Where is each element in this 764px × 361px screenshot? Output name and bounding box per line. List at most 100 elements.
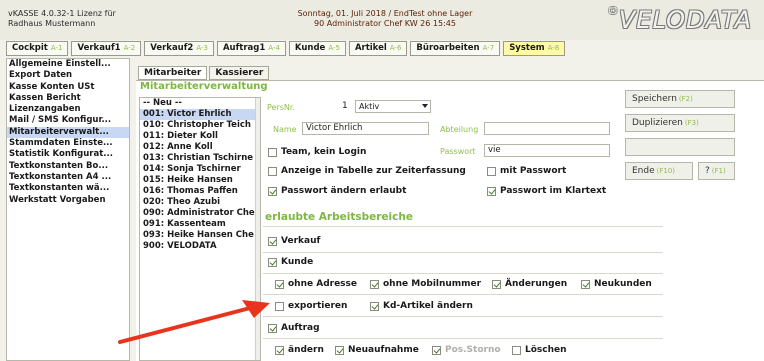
list-item[interactable]: 091: Kassenteam <box>140 219 260 230</box>
license-owner: Radhaus Mustermann <box>8 19 96 28</box>
list-item[interactable]: 010: Christopher Teich <box>140 120 260 131</box>
list-item[interactable]: 001: Victor Ehrlich <box>140 109 260 120</box>
checkbox-box <box>492 279 501 289</box>
checkbox-box <box>370 279 379 289</box>
exportieren-checkbox[interactable]: exportieren <box>275 300 347 312</box>
status-select[interactable]: Aktiv <box>355 100 431 113</box>
menu-item-textkonstanten-bon[interactable]: Textkonstanten Bo... <box>7 161 129 172</box>
list-item[interactable]: -- Neu -- <box>140 98 260 109</box>
team-checkbox[interactable]: Team, kein Login <box>268 146 366 158</box>
auftrag-label: Auftrag <box>281 323 320 333</box>
checkbox-box <box>512 345 521 355</box>
menu-item-export-daten[interactable]: Export Daten <box>7 70 129 81</box>
menu-item-statistik[interactable]: Statistik Konfigurat... <box>7 149 129 160</box>
tab-auftrag1[interactable]: Auftrag1 A-4 <box>216 41 286 56</box>
neuaufnahme-label: Neuaufnahme <box>348 345 419 355</box>
pos-storno-checkbox: Pos.Storno <box>432 344 501 356</box>
list-item[interactable]: 015: Heike Hansen <box>140 175 260 186</box>
kd-artikel-checkbox[interactable]: Kd-Artikel ändern <box>370 300 473 312</box>
divider <box>263 294 663 295</box>
kd-artikel-label: Kd-Artikel ändern <box>383 301 473 311</box>
passwort-aendern-checkbox[interactable]: Passwort ändern erlaubt <box>268 185 406 197</box>
abteilung-label: Abteilung <box>440 125 479 134</box>
menu-item-lizenzangaben[interactable]: Lizenzangaben <box>7 104 129 115</box>
tab-kunde[interactable]: Kunde A-5 <box>288 41 346 56</box>
list-item[interactable]: 013: Christian Tschirne <box>140 153 260 164</box>
passwort-klartext-checkbox[interactable]: Passwort im Klartext <box>487 185 606 197</box>
checkbox-box <box>370 301 379 311</box>
checkbox-box <box>487 166 496 176</box>
help-button[interactable]: ? (F1) <box>698 162 735 180</box>
tab-artikel[interactable]: Artikel A-6 <box>348 41 408 56</box>
name-field[interactable]: Victor Ehrlich <box>302 122 429 135</box>
menu-item-textkonstanten-waehrung[interactable]: Textkonstanten wä... <box>7 183 129 194</box>
checkbox-box <box>268 147 277 157</box>
tab-kassierer[interactable]: Kassierer <box>209 66 270 80</box>
menu-item-kasse-konten-ust[interactable]: Kasse Konten USt <box>7 82 129 93</box>
menu-item-mail-sms[interactable]: Mail / SMS Konfigur... <box>7 115 129 126</box>
kunde-checkbox[interactable]: Kunde <box>268 256 313 268</box>
kunde-label: Kunde <box>281 257 314 267</box>
list-item[interactable]: 900: VELODATA <box>140 241 260 252</box>
list-item[interactable]: 090: Administrator Che <box>140 208 260 219</box>
checkbox-box <box>432 345 441 355</box>
divider <box>263 338 663 339</box>
neukunden-checkbox[interactable]: Neukunden <box>581 278 652 290</box>
duplicate-button[interactable]: Duplizieren (F3) <box>625 114 735 132</box>
ohne-adresse-checkbox[interactable]: ohne Adresse <box>275 278 357 290</box>
end-button[interactable]: Ende (F10) <box>625 162 693 180</box>
session-user: 90 Administrator Chef KW 26 15:45 <box>314 19 456 28</box>
aendern-checkbox[interactable]: ändern <box>275 344 324 356</box>
save-button[interactable]: Speichern (F2) <box>625 90 735 108</box>
verkauf-checkbox[interactable]: Verkauf <box>268 235 320 247</box>
tab-bueroarbeiten[interactable]: Büroarbeiten A-7 <box>410 41 501 56</box>
status-value: Aktiv <box>359 102 380 111</box>
list-item[interactable]: 012: Anne Koll <box>140 142 260 153</box>
empty-button[interactable] <box>625 138 735 156</box>
mit-passwort-checkbox[interactable]: mit Passwort <box>487 165 566 177</box>
abteilung-field[interactable] <box>484 122 610 135</box>
annotation-arrow-icon <box>118 300 270 344</box>
menu-item-allgemeine-einstellungen[interactable]: Allgemeine Einstell... <box>7 59 129 70</box>
list-item[interactable]: 011: Dieter Koll <box>140 131 260 142</box>
menu-item-kassen-bericht[interactable]: Kassen Bericht <box>7 93 129 104</box>
neuaufnahme-checkbox[interactable]: Neuaufnahme <box>335 344 419 356</box>
tab-cockpit[interactable]: Cockpit A-1 <box>6 41 69 56</box>
zeiterfassung-checkbox[interactable]: Anzeige in Tabelle zur Zeiterfassung <box>268 165 466 177</box>
list-item[interactable]: 093: Heike Hansen Che <box>140 230 260 241</box>
session-info: Sonntag, 01. Juli 2018 / EndTest ohne La… <box>250 9 520 29</box>
list-item[interactable]: 020: Theo Azubi <box>140 197 260 208</box>
checkbox-box <box>581 279 590 289</box>
tab-verkauf1[interactable]: Verkauf1 A-2 <box>71 41 142 56</box>
persnr-label: PersNr. <box>267 103 295 112</box>
list-item[interactable]: 014: Sonja Tschirner <box>140 164 260 175</box>
pos-storno-label: Pos.Storno <box>445 345 501 355</box>
tab-system[interactable]: System A-8 <box>503 41 566 56</box>
menu-item-werkstatt-vorgaben[interactable]: Werkstatt Vorgaben <box>7 195 129 206</box>
checkbox-box <box>487 186 496 196</box>
ohne-mobilnummer-label: ohne Mobilnummer <box>383 279 482 289</box>
list-item[interactable]: 016: Thomas Paffen <box>140 186 260 197</box>
main-tab-bar: Cockpit A-1 Verkauf1 A-2 Verkauf2 A-3 Auftr… <box>6 41 566 56</box>
session-date: Sonntag, 01. Juli 2018 / EndTest ohne La… <box>297 9 473 18</box>
tab-mitarbeiter[interactable]: Mitarbeiter <box>138 66 208 80</box>
menu-item-textkonstanten-a4[interactable]: Textkonstanten A4 ... <box>7 172 129 183</box>
license-line: vKASSE 4.0.32-1 Lizenz für <box>8 9 116 18</box>
divider <box>263 273 663 274</box>
mit-passwort-label: mit Passwort <box>500 166 567 176</box>
aendern-label: ändern <box>288 345 324 355</box>
checkbox-box <box>268 236 277 246</box>
ohne-mobilnummer-checkbox[interactable]: ohne Mobilnummer <box>370 278 481 290</box>
checkbox-box <box>275 279 284 289</box>
menu-item-stammdaten[interactable]: Stammdaten Einste... <box>7 138 129 149</box>
aenderungen-checkbox[interactable]: Änderungen <box>492 278 567 290</box>
checkbox-box <box>275 301 284 311</box>
menu-item-mitarbeiterverwaltung[interactable]: Mitarbeiterverwalt... <box>7 126 129 139</box>
passwort-klartext-label: Passwort im Klartext <box>500 186 607 196</box>
loeschen-checkbox[interactable]: Löschen <box>512 344 567 356</box>
password-field[interactable]: vie <box>484 144 610 157</box>
divider <box>263 226 663 227</box>
checkbox-box <box>268 186 277 196</box>
ohne-adresse-label: ohne Adresse <box>288 279 358 289</box>
tab-verkauf2[interactable]: Verkauf2 A-3 <box>144 41 214 56</box>
